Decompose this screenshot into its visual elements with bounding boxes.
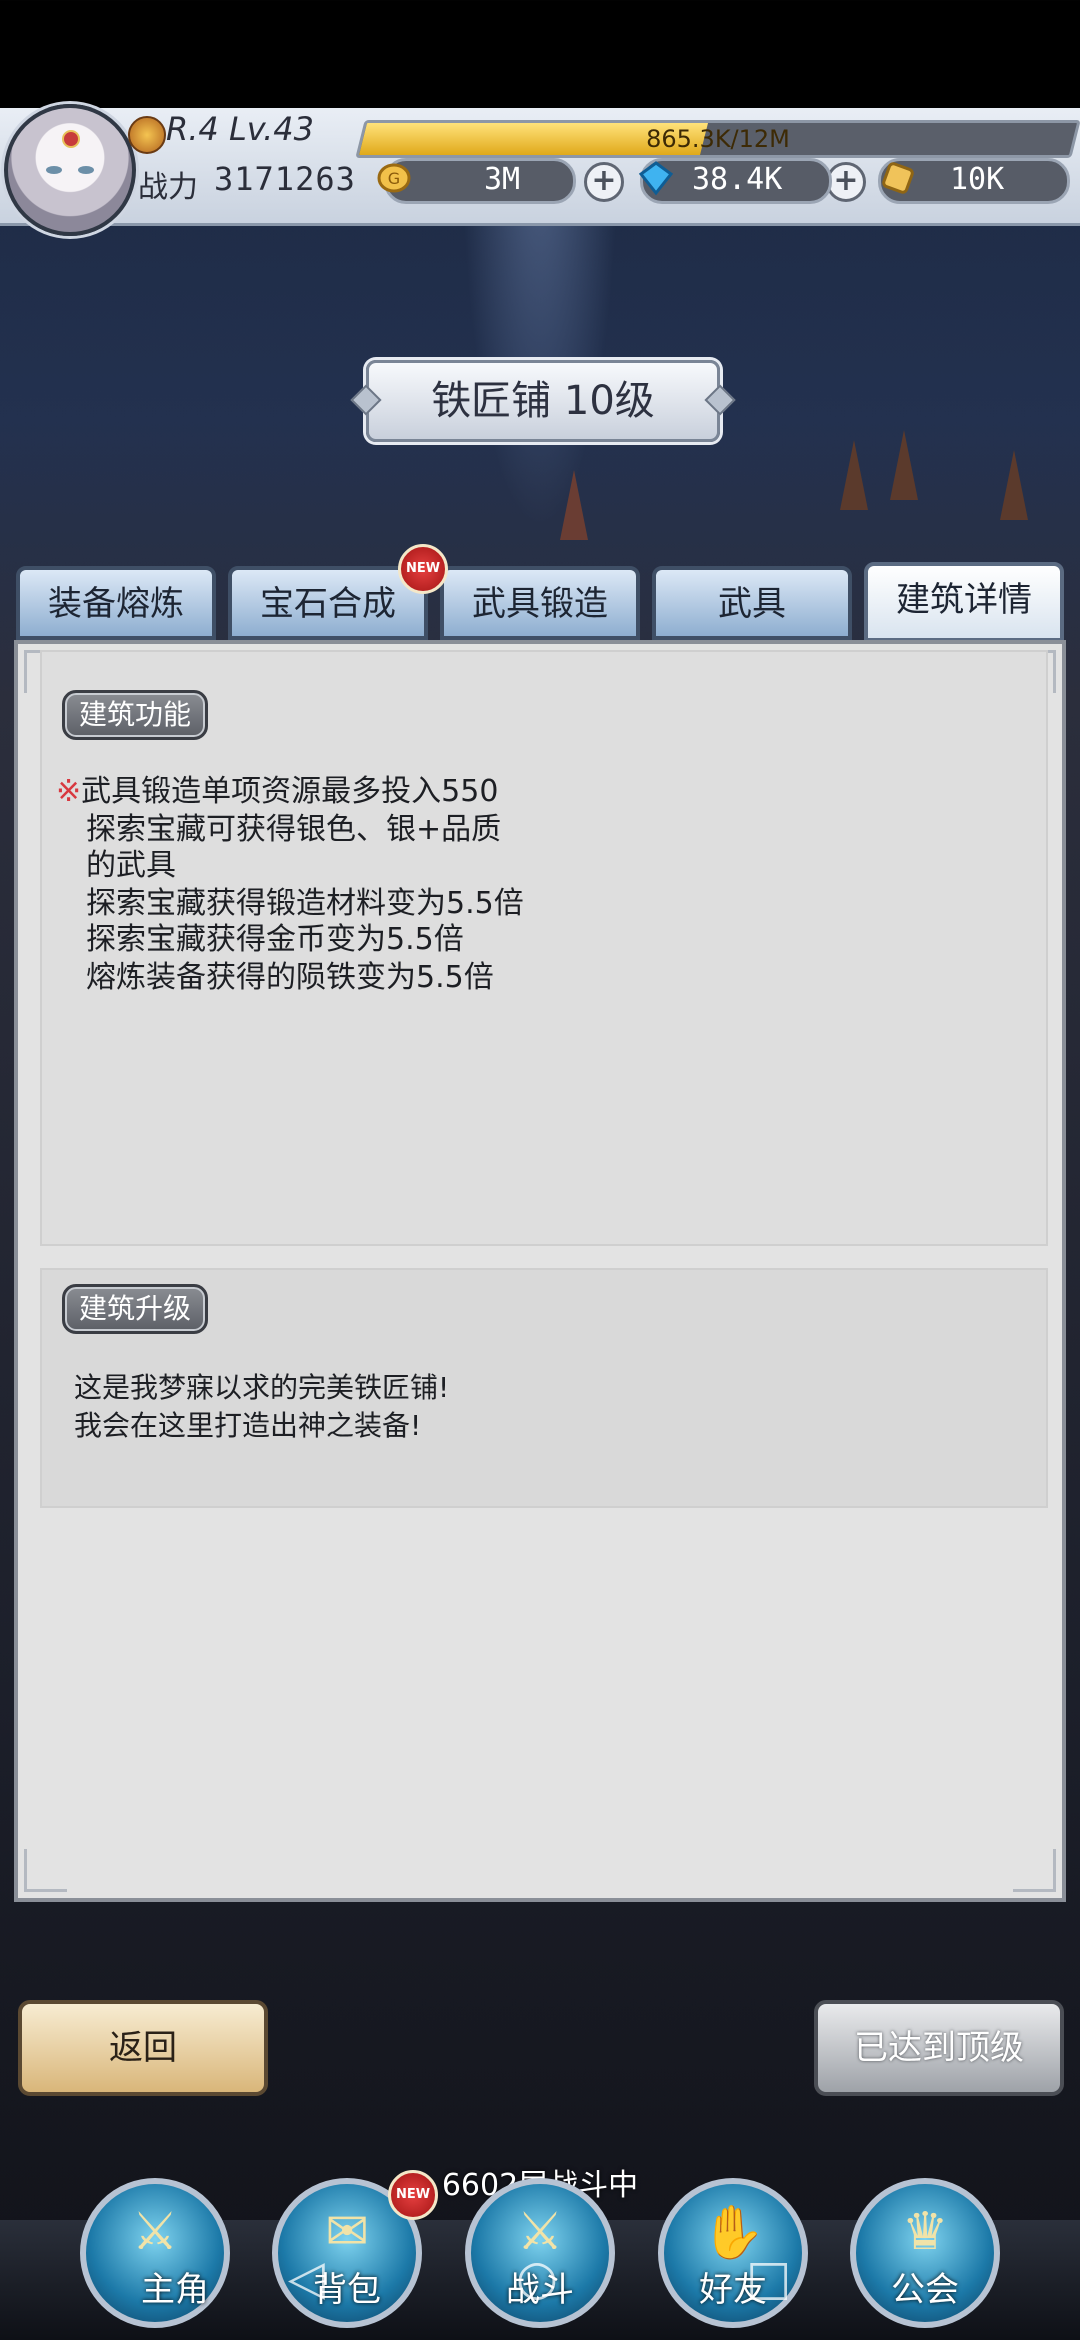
hero-helmet-icon: ⚔ [131, 2202, 179, 2262]
ticket-resource: 10K [878, 158, 1070, 204]
add-diamond-button[interactable]: + [826, 162, 866, 202]
castle-spire [1000, 450, 1028, 520]
panel-corner-ornament [1013, 1849, 1056, 1892]
upgrade-text-line: 这是我梦寐以求的完美铁匠铺! [74, 1371, 450, 1404]
tab-building-details[interactable]: 建筑详情 [864, 562, 1064, 642]
blue-diamond-icon [638, 161, 674, 196]
diamond-value: 38.4K [692, 162, 783, 197]
avatar-eye [46, 166, 62, 174]
gold-resource: G 3M [377, 158, 576, 204]
power-value: 3171263 [214, 160, 356, 198]
note-mark: ※ [56, 774, 82, 809]
guild-crest-icon: ♛ [901, 2202, 949, 2262]
system-back-icon[interactable]: ◁ [288, 2250, 325, 2306]
castle-spire [890, 430, 918, 500]
details-panel: 建筑功能 ※武具锻造单项资源最多投入550 探索宝藏可获得银色、银+品质 的武具… [14, 640, 1066, 1902]
svg-text:G: G [388, 169, 400, 188]
diamond-resource: 38.4K [638, 158, 832, 204]
nav-hero-label: 主角 [141, 2270, 209, 2310]
gold-value: 3M [484, 162, 521, 197]
castle-spire [560, 470, 588, 540]
tab-gem-synthesis[interactable]: 宝石合成 [228, 566, 428, 640]
function-line: 熔炼装备获得的陨铁变为5.5倍 [86, 960, 494, 995]
building-function-section: 建筑功能 ※武具锻造单项资源最多投入550 探索宝藏可获得银色、银+品质 的武具… [40, 650, 1048, 1246]
tab-weapons[interactable]: 武具 [652, 566, 852, 640]
building-title-plate: 铁匠铺 10级 [350, 360, 736, 442]
tab-weapon-forging[interactable]: 武具锻造 [440, 566, 640, 640]
experience-bar: 865.3K/12M [355, 120, 1080, 158]
avatar-jewel [62, 130, 80, 148]
castle-spire [840, 440, 868, 510]
section-label-upgrade: 建筑升级 [62, 1284, 209, 1334]
player-avatar[interactable] [4, 104, 136, 236]
power-label: 战力 [138, 170, 198, 205]
building-title: 铁匠铺 10级 [431, 378, 655, 424]
system-home-icon[interactable]: ○ [516, 2250, 558, 2306]
new-badge: NEW [388, 2170, 438, 2220]
section-label-function: 建筑功能 [62, 690, 209, 740]
max-level-button[interactable]: 已达到顶级 [814, 2000, 1064, 2096]
avatar-eye [78, 166, 94, 174]
building-upgrade-section: 建筑升级 这是我梦寐以求的完美铁匠铺! 我会在这里打造出神之装备! [40, 1268, 1048, 1508]
panel-corner-ornament [24, 1849, 67, 1892]
rank-level: R.4 Lv.43 [166, 110, 314, 148]
rank-badge-icon [128, 116, 166, 154]
gold-ticket-icon [882, 162, 914, 194]
ticket-value: 10K [950, 162, 1005, 197]
experience-text: 865.3K/12M [646, 125, 790, 153]
system-recent-icon[interactable]: □ [746, 2250, 791, 2306]
add-gold-button[interactable]: + [584, 162, 624, 202]
tab-equipment-smelting[interactable]: 装备熔炼 [16, 566, 216, 640]
new-badge: NEW [398, 544, 448, 594]
nav-guild-label: 公会 [891, 2270, 959, 2310]
gold-coin-icon: G [377, 163, 411, 193]
back-button[interactable]: 返回 [18, 2000, 268, 2096]
upgrade-text-line: 我会在这里打造出神之装备! [74, 1409, 422, 1442]
